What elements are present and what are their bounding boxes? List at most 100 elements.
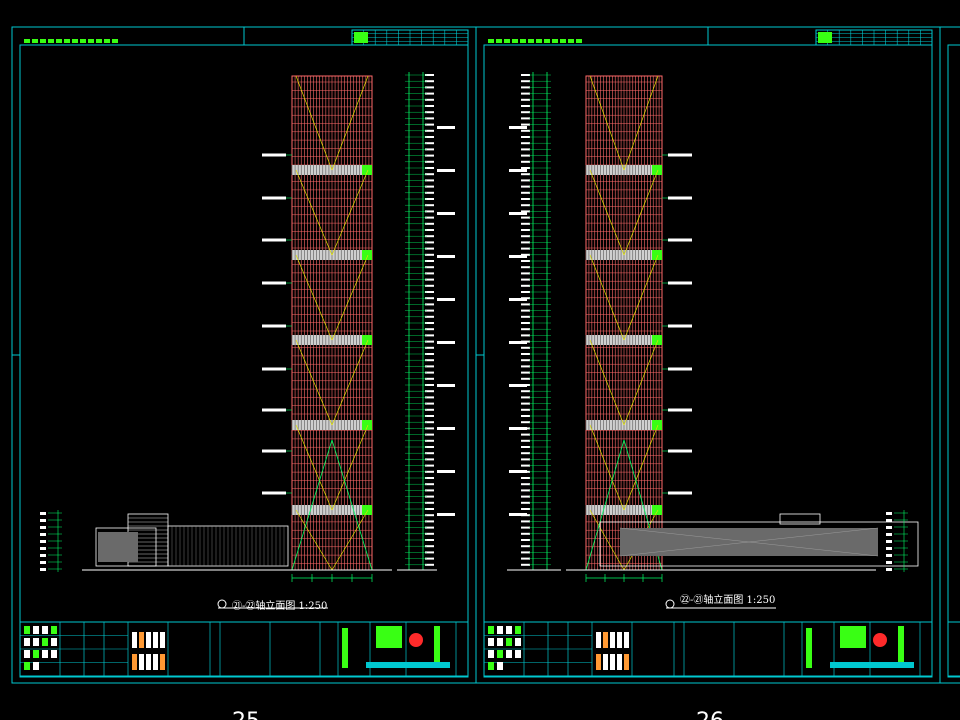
title-block-glyph xyxy=(33,662,39,670)
signature-mark xyxy=(139,632,144,648)
podium-body xyxy=(599,513,919,567)
header-text-mark xyxy=(496,39,502,43)
elevation-label xyxy=(521,266,530,269)
level-name xyxy=(437,513,455,516)
title-block xyxy=(483,621,933,677)
signature-mark xyxy=(160,654,165,670)
title-block-border xyxy=(947,621,960,677)
podium-level-label xyxy=(886,526,892,529)
brace xyxy=(589,254,625,341)
title-block-glyph xyxy=(497,638,503,646)
company-caption xyxy=(366,662,450,668)
level-name xyxy=(437,470,455,473)
level-name xyxy=(509,212,527,215)
company-logo-icon xyxy=(873,633,887,647)
elevation-label xyxy=(521,173,530,176)
elevation-label xyxy=(521,539,530,541)
project-name-mark xyxy=(342,628,348,668)
sheet-frame xyxy=(475,26,941,684)
title-block-glyph xyxy=(488,638,494,646)
signature-mark xyxy=(596,632,601,648)
header-text-mark xyxy=(80,39,86,43)
elevation-label xyxy=(521,365,530,368)
elevation-label xyxy=(521,526,530,529)
elevation-label xyxy=(521,222,530,225)
level-marker xyxy=(262,281,286,285)
band-accent xyxy=(362,505,372,515)
title-block-glyph xyxy=(497,662,503,670)
title-block-glyph xyxy=(506,638,512,646)
podium-elevation xyxy=(82,513,392,571)
outer-border xyxy=(939,26,960,684)
podium-body xyxy=(95,513,289,567)
header-text-mark xyxy=(568,39,574,43)
elevation-label xyxy=(521,167,530,169)
elevation-dimension-column xyxy=(507,72,561,571)
podium-level-label xyxy=(886,519,892,522)
signature-mark xyxy=(603,654,608,670)
band-accent xyxy=(362,250,372,260)
level-marker xyxy=(668,153,692,157)
elevation-label xyxy=(521,291,530,293)
header-text-mark xyxy=(536,39,542,43)
level-marker xyxy=(262,153,286,157)
elevation-label xyxy=(521,477,530,479)
elevation-label xyxy=(521,402,530,405)
elevation-label xyxy=(521,303,530,306)
elevation-label xyxy=(521,315,530,318)
level-name xyxy=(509,255,527,258)
drawing-no-mark xyxy=(898,626,904,662)
drawing-sheet-26: ㉒-㉑轴立面图 1:250 26 xyxy=(475,26,941,720)
level-name xyxy=(437,255,455,258)
podium-level-label xyxy=(886,547,892,550)
podium-level-label xyxy=(40,526,46,529)
elevation-label xyxy=(521,421,530,424)
band-accent xyxy=(652,420,662,430)
elevation-label xyxy=(521,185,530,188)
podium-level-label xyxy=(40,519,46,522)
title-block-glyph xyxy=(33,650,39,658)
elevation-label xyxy=(521,508,530,510)
level-marker xyxy=(262,196,286,200)
level-name xyxy=(437,298,455,301)
podium-screen xyxy=(98,532,138,562)
band-accent xyxy=(652,165,662,175)
drawing-sheet-edge xyxy=(939,26,960,684)
elevation-label xyxy=(521,86,530,89)
signature-mark xyxy=(146,632,151,648)
elevation-label xyxy=(521,74,530,76)
elevation-label xyxy=(521,278,530,281)
level-marker xyxy=(668,367,692,371)
signature-mark xyxy=(617,654,622,670)
brace xyxy=(623,169,659,256)
level-marker xyxy=(668,491,692,495)
elevation-label xyxy=(521,241,530,244)
elevation-label xyxy=(521,98,530,101)
title-block-glyph xyxy=(488,662,494,670)
title-block-glyph xyxy=(33,626,39,634)
podium-level-label xyxy=(886,568,892,571)
level-marker xyxy=(262,367,286,371)
title-block-glyph xyxy=(488,626,494,634)
signature-mark xyxy=(153,654,158,670)
elevation-label xyxy=(521,464,530,467)
inner-border xyxy=(483,44,933,678)
elevation-label xyxy=(521,111,530,114)
header-text-mark xyxy=(40,39,46,43)
header-text-mark xyxy=(520,39,526,43)
podium-level-label xyxy=(40,561,46,564)
revision-fill xyxy=(354,32,368,43)
revision-fill xyxy=(818,32,832,43)
band-accent xyxy=(362,335,372,345)
title-block-glyph xyxy=(515,626,521,634)
dimension-lines xyxy=(507,72,908,609)
title-block-glyph xyxy=(497,626,503,634)
elevation-dimension-column xyxy=(397,72,455,571)
level-name xyxy=(509,126,527,129)
signature-mark xyxy=(624,654,629,670)
project-name-mark xyxy=(806,628,812,668)
elevation-label xyxy=(521,160,530,163)
sheet-frame xyxy=(11,26,477,684)
signature-mark xyxy=(610,632,615,648)
level-name xyxy=(509,513,527,516)
